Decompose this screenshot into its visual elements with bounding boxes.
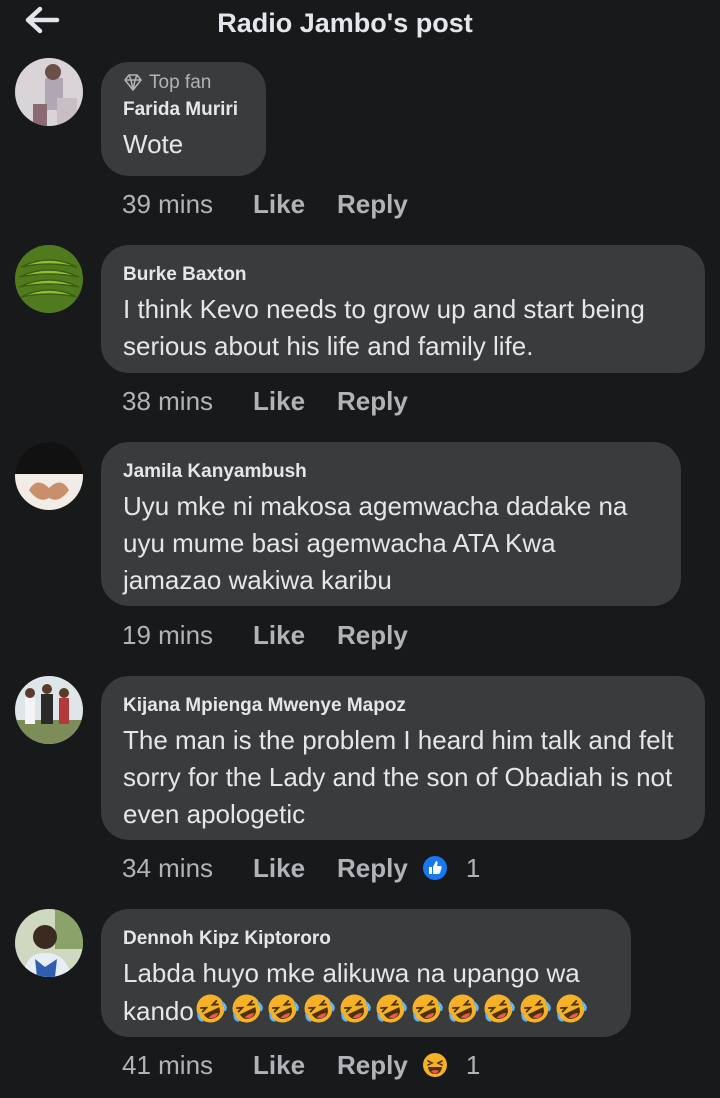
reaction-count: 1 — [465, 1049, 481, 1080]
comment-author[interactable]: Kijana Mpienga Mwenye Mapoz — [123, 694, 683, 718]
page-title: Radio Jambo's post — [217, 8, 473, 38]
comment-author[interactable]: Farida Muriri — [123, 98, 244, 122]
comment-text: I think Kevo needs to grow up and start … — [123, 294, 645, 361]
reply-button[interactable]: Reply — [337, 386, 408, 417]
top-fan-badge: Top fan — [123, 72, 244, 94]
like-reaction-icon — [422, 856, 447, 880]
like-button[interactable]: Like — [253, 1050, 337, 1081]
comment-time[interactable]: 39 mins — [122, 189, 253, 220]
rolling-laughing-emoji — [520, 994, 551, 1023]
rolling-laughing-emoji — [196, 994, 227, 1023]
reaction-count: 1 — [465, 852, 481, 883]
comment-meta: 39 mins Like Reply — [122, 186, 422, 222]
comment-bubble: Kijana Mpienga Mwenye Mapoz The man is t… — [101, 676, 705, 840]
comment-author[interactable]: Burke Baxton — [123, 263, 683, 287]
rolling-laughing-emoji — [340, 994, 371, 1023]
comment-bubble: Jamila Kanyambush Uyu mke ni makosa agem… — [101, 442, 681, 606]
comment-text-line: Labda huyo mke alikuwa na upango wa — [123, 958, 580, 988]
comment-time[interactable]: 41 mins — [122, 1050, 253, 1081]
avatar[interactable] — [15, 676, 83, 744]
avatar[interactable] — [15, 909, 83, 977]
rolling-laughing-emoji — [484, 994, 515, 1023]
like-button[interactable]: Like — [253, 386, 337, 417]
reply-button[interactable]: Reply — [337, 189, 408, 220]
rolling-laughing-emoji — [304, 994, 335, 1023]
comment-bubble: Top fan Farida Muriri Wote — [101, 62, 266, 176]
comment-time[interactable]: 34 mins — [122, 853, 253, 884]
rolling-laughing-emoji — [376, 994, 407, 1023]
comment-bubble: Dennoh Kipz Kiptororo Labda huyo mke ali… — [101, 909, 631, 1037]
avatar[interactable] — [15, 58, 83, 126]
comment-text: Labda huyo mke alikuwa na upango wa kand… — [123, 955, 609, 1030]
comment-meta: 19 mins Like Reply — [122, 617, 422, 653]
comment-text: Uyu mke ni makosa agemwacha dadake na uy… — [123, 491, 628, 595]
comment-bubble: Burke Baxton I think Kevo needs to grow … — [101, 245, 705, 373]
avatar[interactable] — [15, 245, 83, 313]
reaction-summary[interactable]: 1 — [422, 1050, 480, 1081]
comment-text: Wote — [123, 129, 184, 159]
comment-time[interactable]: 38 mins — [122, 386, 253, 417]
app-header: Radio Jambo's post — [0, 0, 720, 46]
rolling-laughing-emoji — [448, 994, 479, 1023]
like-button[interactable]: Like — [253, 189, 337, 220]
comment-time[interactable]: 19 mins — [122, 620, 253, 651]
reaction-summary[interactable]: 1 — [422, 853, 480, 884]
comment-text: The man is the problem I heard him talk … — [123, 725, 674, 829]
like-button[interactable]: Like — [253, 853, 337, 884]
comment-author[interactable]: Dennoh Kipz Kiptororo — [123, 927, 609, 951]
like-button[interactable]: Like — [253, 620, 337, 651]
comment-meta: 38 mins Like Reply — [122, 383, 422, 419]
comment-author[interactable]: Jamila Kanyambush — [123, 460, 659, 484]
comment-meta: 41 mins Like Reply 1 — [122, 1047, 480, 1083]
avatar[interactable] — [15, 442, 83, 510]
reply-button[interactable]: Reply — [337, 853, 408, 884]
rolling-laughing-emoji — [268, 994, 299, 1023]
badge-label: Top fan — [149, 72, 212, 93]
comment-text-tail: kando — [123, 996, 194, 1026]
rolling-laughing-emoji — [556, 994, 587, 1023]
comment-meta: 34 mins Like Reply 1 — [122, 850, 480, 886]
rolling-laughing-emoji — [412, 994, 443, 1023]
reply-button[interactable]: Reply — [337, 620, 408, 651]
reply-button[interactable]: Reply — [337, 1050, 408, 1081]
diamond-icon — [124, 74, 142, 91]
haha-reaction-icon — [422, 1053, 447, 1077]
emoji-row — [194, 994, 590, 1026]
rolling-laughing-emoji — [232, 994, 263, 1023]
